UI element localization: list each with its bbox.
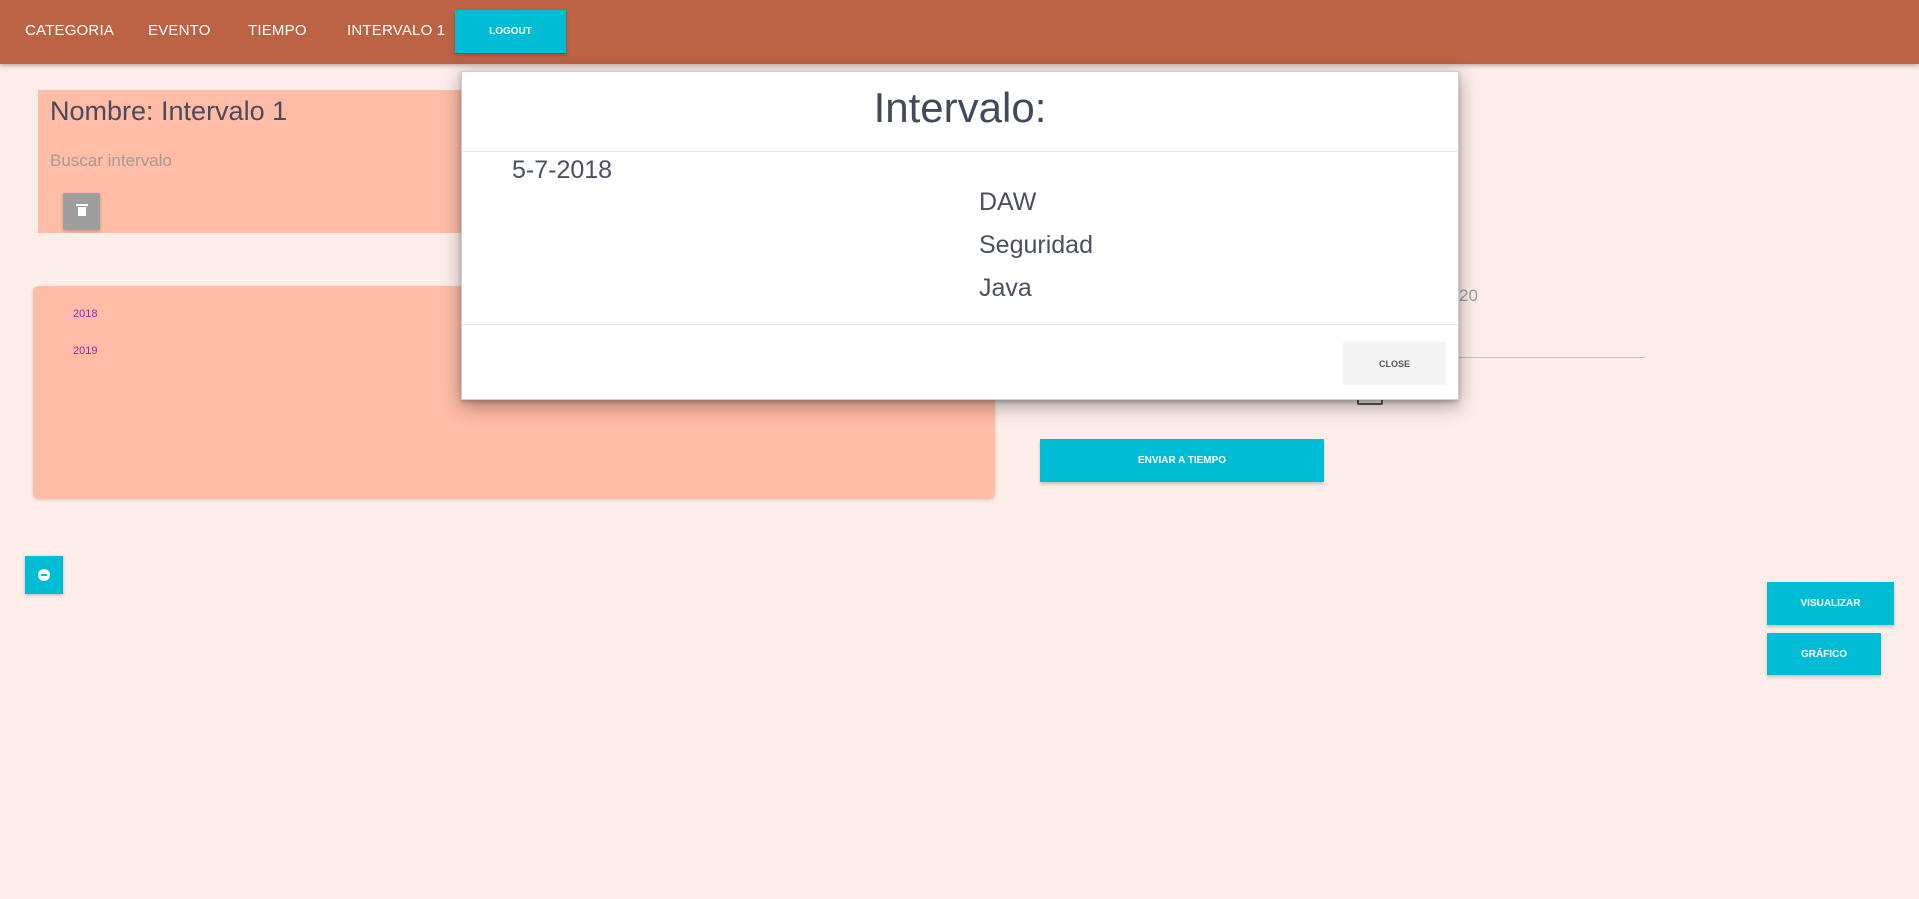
visualize-button[interactable]: VISUALIZAR bbox=[1767, 582, 1894, 625]
send-to-time-button[interactable]: ENVIAR A TIEMPO bbox=[1040, 439, 1324, 482]
modal-date: 5-7-2018 bbox=[512, 156, 613, 184]
nav-evento[interactable]: EVENTO bbox=[148, 22, 211, 39]
minus-circle-icon bbox=[38, 569, 50, 581]
top-navbar: CATEGORIA EVENTO TIEMPO INTERVALO 1 LOGO… bbox=[0, 0, 1919, 64]
year-link-2018[interactable]: 2018 bbox=[73, 308, 97, 320]
modal-list-item: Seguridad bbox=[979, 231, 1093, 259]
modal-title: Intervalo: bbox=[873, 84, 1047, 131]
logout-button[interactable]: LOGOUT bbox=[455, 10, 566, 53]
interval-modal: Intervalo: 5-7-2018 DAW Seguridad Java C… bbox=[461, 71, 1459, 400]
interval-name-card: Nombre: Intervalo 1 bbox=[38, 90, 478, 233]
nav-intervalo-1[interactable]: INTERVALO 1 bbox=[347, 22, 445, 39]
chart-button[interactable]: GRÁFICO bbox=[1767, 633, 1881, 675]
trash-icon bbox=[75, 204, 88, 216]
nav-categoria[interactable]: CATEGORIA bbox=[25, 22, 114, 39]
search-interval-input[interactable] bbox=[50, 147, 470, 175]
year-link-2019[interactable]: 2019 bbox=[73, 345, 97, 357]
nav-tiempo[interactable]: TIEMPO bbox=[248, 22, 307, 39]
delete-button[interactable] bbox=[63, 193, 100, 230]
modal-close-button[interactable]: CLOSE bbox=[1343, 342, 1446, 385]
interval-name-title: Nombre: Intervalo 1 bbox=[50, 96, 288, 126]
modal-list-item: Java bbox=[979, 274, 1032, 302]
modal-list-item: DAW bbox=[979, 188, 1037, 216]
modal-footer-divider bbox=[462, 324, 1458, 325]
modal-header: Intervalo: bbox=[462, 72, 1458, 152]
remove-button[interactable] bbox=[25, 556, 63, 594]
